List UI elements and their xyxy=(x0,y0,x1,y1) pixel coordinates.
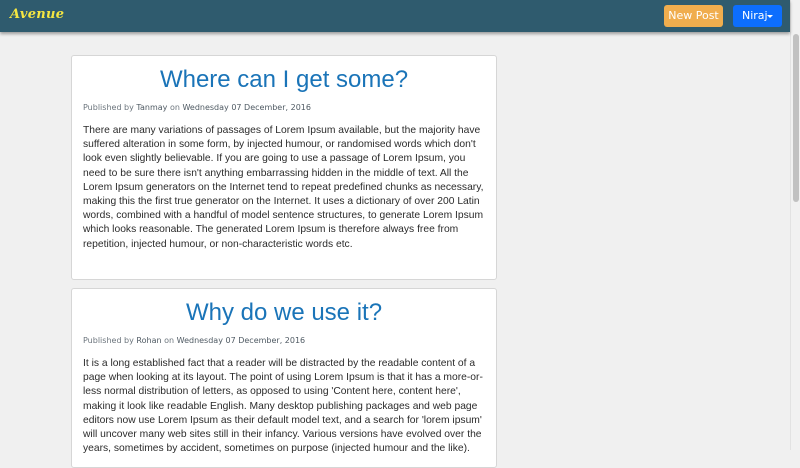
published-by-label: Published by xyxy=(83,103,134,112)
post-author: Tanmay xyxy=(136,103,168,112)
post-title[interactable]: Why do we use it? xyxy=(72,299,496,327)
scrollbar-thumb[interactable] xyxy=(793,34,799,202)
post-body: It is a long established fact that a rea… xyxy=(83,358,483,455)
post-meta: Published by Rohan on Wednesday 07 Decem… xyxy=(83,336,496,345)
post-body: There are many variations of passages of… xyxy=(83,125,484,250)
published-by-label: Published by xyxy=(83,336,134,345)
caret-down-icon xyxy=(767,15,773,18)
page-scrollbar[interactable] xyxy=(790,0,800,450)
user-name: Niraj xyxy=(742,9,768,22)
user-menu-button[interactable]: Niraj xyxy=(733,5,782,27)
post-date: Wednesday 07 December, 2016 xyxy=(182,103,311,112)
post-card: Why do we use it? Published by Rohan on … xyxy=(71,288,497,468)
post-title[interactable]: Where can I get some? xyxy=(72,66,496,94)
navbar: Avenue New Post Niraj xyxy=(0,0,790,32)
post-date: Wednesday 07 December, 2016 xyxy=(176,336,306,345)
new-post-button[interactable]: New Post xyxy=(664,5,723,27)
on-label: on xyxy=(169,103,180,112)
post-author: Rohan xyxy=(136,336,162,345)
post-meta: Published by Tanmay on Wednesday 07 Dece… xyxy=(83,103,496,112)
on-label: on xyxy=(164,336,175,345)
brand-logo[interactable]: Avenue xyxy=(10,7,64,22)
post-card: Where can I get some? Published by Tanma… xyxy=(71,55,497,280)
